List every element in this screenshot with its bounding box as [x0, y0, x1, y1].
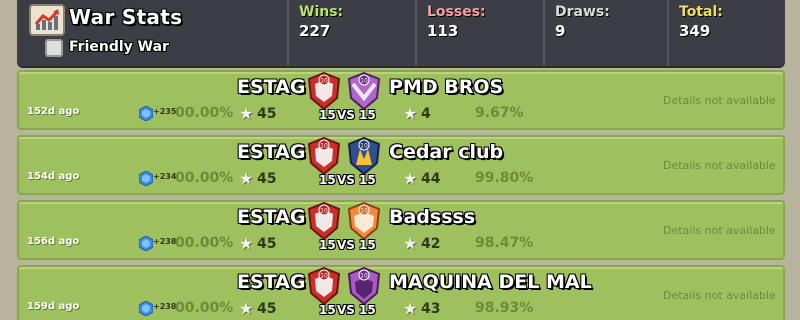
our-stars: 45 [257, 171, 277, 187]
opponent-destruction-pct: 98.47% [475, 235, 534, 251]
wins-stat: Wins: 227 [287, 0, 412, 66]
our-clan-badge-icon: 10 [307, 137, 341, 175]
losses-value: 113 [427, 22, 459, 40]
our-stars: 45 [257, 106, 277, 122]
svg-text:10: 10 [320, 208, 328, 215]
exp-value: +234 [153, 172, 177, 181]
opponent-war-size: 15 [359, 108, 376, 122]
exp-icon [139, 236, 153, 251]
vs-label: VS [337, 173, 355, 187]
our-clan-name: ESTAG [237, 141, 306, 163]
exp-icon [139, 171, 153, 186]
star-icon: ★ [403, 299, 418, 318]
star-icon: ★ [403, 104, 418, 123]
our-war-size: 15 [319, 173, 336, 187]
wins-value: 227 [299, 22, 331, 40]
our-war-size: 15 [319, 238, 336, 252]
details-note: Details not available [663, 159, 776, 172]
draws-stat: Draws: 9 [543, 0, 665, 66]
opponent-stars: 43 [421, 301, 441, 317]
vs-label: VS [337, 238, 355, 252]
opponent-war-size: 15 [359, 238, 376, 252]
opponent-clan-name: PMD BROS [389, 76, 504, 98]
our-stars: 45 [257, 301, 277, 317]
star-icon: ★ [239, 104, 254, 123]
opponent-destruction-pct: 9.67% [475, 105, 524, 121]
our-destruction-pct: 00.00% [175, 300, 234, 316]
friendly-war-checkbox[interactable] [45, 39, 63, 57]
details-note: Details not available [663, 289, 776, 302]
opponent-war-size: 15 [359, 173, 376, 187]
our-clan-badge-icon: 10 [307, 72, 341, 110]
war-log-list: 152d ago +235 00.00% ★ 45 ESTAG 10 10 15… [17, 70, 785, 320]
exp-value: +235 [153, 107, 177, 116]
our-destruction-pct: 00.00% [175, 235, 234, 251]
draws-value: 9 [555, 22, 566, 40]
our-clan-name: ESTAG [237, 206, 306, 228]
opponent-stars: 42 [421, 236, 441, 252]
opponent-war-size: 15 [359, 303, 376, 317]
our-destruction-pct: 00.00% [175, 170, 234, 186]
opponent-destruction-pct: 99.80% [475, 170, 534, 186]
our-war-size: 15 [319, 303, 336, 317]
our-clan-name: ESTAG [237, 76, 306, 98]
header-left: War Stats Friendly War [17, 0, 287, 66]
losses-stat: Losses: 113 [415, 0, 540, 66]
our-war-size: 15 [319, 108, 336, 122]
opponent-stars: 4 [421, 106, 431, 122]
star-icon: ★ [239, 234, 254, 253]
opponent-destruction-pct: 98.93% [475, 300, 534, 316]
svg-text:10: 10 [320, 273, 328, 280]
svg-text:10: 10 [360, 143, 368, 150]
war-log-row[interactable]: 154d ago +234 00.00% ★ 45 ESTAG 10 10 15… [17, 135, 785, 195]
war-log-row[interactable]: 156d ago +238 00.00% ★ 45 ESTAG 10 10 15… [17, 200, 785, 260]
war-age: 152d ago [27, 106, 80, 117]
war-log-row[interactable]: 159d ago +238 00.00% ★ 45 ESTAG 10 10 15… [17, 265, 785, 320]
svg-text:10: 10 [320, 78, 328, 85]
total-value: 349 [679, 22, 711, 40]
our-destruction-pct: 00.00% [175, 105, 234, 121]
vs-label: VS [337, 108, 355, 122]
opponent-clan-badge-icon: 10 [347, 137, 381, 175]
svg-text:10: 10 [360, 78, 368, 85]
war-age: 156d ago [27, 236, 80, 247]
friendly-war-label[interactable]: Friendly War [69, 39, 169, 55]
svg-text:10: 10 [360, 273, 368, 280]
opponent-clan-badge-icon: 10 [347, 267, 381, 305]
opponent-clan-name: Cedar club [389, 141, 504, 163]
draws-label: Draws: [555, 4, 610, 20]
details-note: Details not available [663, 94, 776, 107]
our-clan-badge-icon: 10 [307, 202, 341, 240]
opponent-clan-name: Badssss [389, 206, 476, 228]
opponent-clan-badge-icon: 10 [347, 72, 381, 110]
exp-value: +238 [153, 237, 177, 246]
war-age: 159d ago [27, 301, 80, 312]
details-note: Details not available [663, 224, 776, 237]
opponent-clan-name: MAQUINA DEL MAL [389, 271, 592, 293]
our-clan-badge-icon: 10 [307, 267, 341, 305]
star-icon: ★ [239, 169, 254, 188]
vs-label: VS [337, 303, 355, 317]
total-label: Total: [679, 4, 723, 20]
opponent-stars: 44 [421, 171, 441, 187]
war-stats-header: War Stats Friendly War Wins: 227 Losses:… [17, 0, 785, 66]
star-icon: ★ [403, 234, 418, 253]
wins-label: Wins: [299, 4, 344, 20]
our-stars: 45 [257, 236, 277, 252]
star-icon: ★ [403, 169, 418, 188]
losses-label: Losses: [427, 4, 486, 20]
exp-icon [139, 106, 153, 121]
our-clan-name: ESTAG [237, 271, 306, 293]
war-log-row[interactable]: 152d ago +235 00.00% ★ 45 ESTAG 10 10 15… [17, 70, 785, 130]
war-age: 154d ago [27, 171, 80, 182]
exp-value: +238 [153, 302, 177, 311]
exp-icon [139, 301, 153, 316]
svg-text:10: 10 [360, 208, 368, 215]
chart-icon [29, 4, 65, 36]
opponent-clan-badge-icon: 10 [347, 202, 381, 240]
total-stat: Total: 349 [667, 0, 785, 66]
star-icon: ★ [239, 299, 254, 318]
svg-text:10: 10 [320, 143, 328, 150]
page-title: War Stats [69, 5, 183, 29]
